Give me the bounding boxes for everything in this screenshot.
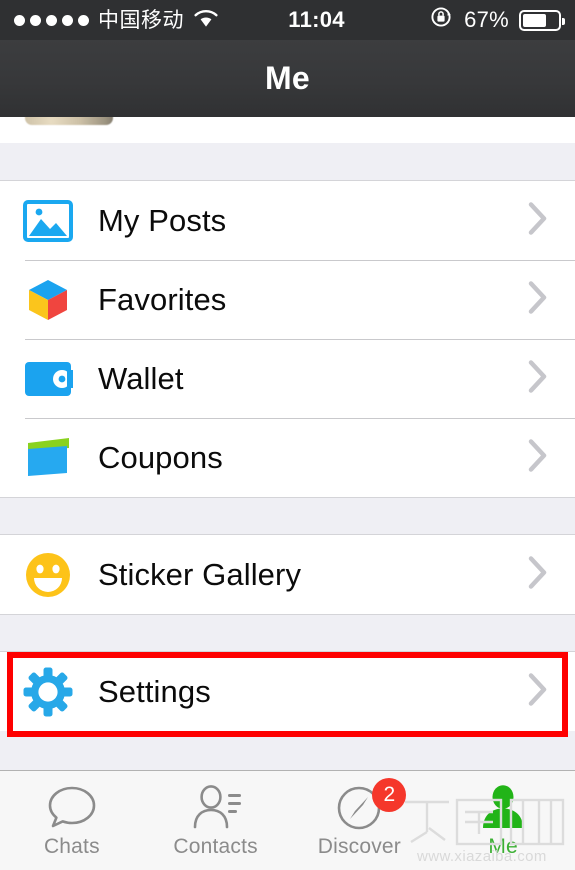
tab-label: Chats	[43, 835, 100, 858]
status-bar-left: 中国移动	[14, 5, 219, 35]
list-item-settings[interactable]: Settings	[0, 652, 575, 731]
contacts-icon	[189, 782, 243, 832]
chevron-right-icon	[527, 279, 549, 320]
section-gap	[0, 143, 575, 181]
settings-list: My Posts Favorites Wallet Coupons Sticke…	[0, 117, 575, 770]
clock: 11:04	[288, 7, 345, 32]
smiley-icon	[22, 549, 74, 601]
list-item-label: My Posts	[98, 202, 227, 238]
list-item-label: Sticker Gallery	[98, 556, 302, 592]
card-icon	[22, 432, 74, 484]
wifi-icon	[193, 8, 219, 34]
section-gap	[0, 497, 575, 535]
badge-discover: 2	[372, 778, 407, 812]
tab-discover[interactable]: 2 Discover	[288, 771, 432, 870]
avatar[interactable]	[25, 117, 113, 125]
chevron-right-icon	[527, 554, 549, 595]
person-icon	[477, 782, 529, 832]
list-item-sticker-gallery[interactable]: Sticker Gallery	[0, 535, 575, 614]
phone-screen: 中国移动 11:04 67% Me My Posts Favorites Wal…	[0, 0, 575, 870]
battery-percent: 67%	[464, 7, 509, 32]
tab-label: Contacts	[173, 835, 258, 858]
list-item-label: Settings	[98, 673, 211, 709]
cube-icon	[22, 274, 74, 326]
list-item-my-posts[interactable]: My Posts	[0, 181, 575, 260]
tab-contacts[interactable]: Contacts	[144, 771, 288, 870]
status-bar: 中国移动 11:04 67%	[0, 0, 575, 40]
list-item-wallet[interactable]: Wallet	[0, 339, 575, 418]
wallet-icon	[22, 353, 74, 405]
list-item-label: Wallet	[98, 360, 184, 396]
chevron-right-icon	[527, 437, 549, 478]
tab-label: Discover	[317, 835, 402, 858]
battery-icon	[519, 9, 565, 31]
carrier-name: 中国移动	[98, 8, 184, 32]
profile-header-peek[interactable]	[0, 117, 575, 143]
section-media: My Posts Favorites Wallet Coupons	[0, 181, 575, 497]
signal-strength-icon	[14, 14, 89, 26]
tab-me[interactable]: Me	[431, 771, 575, 870]
section-settings: Settings	[0, 652, 575, 737]
chat-bubble-icon	[46, 782, 98, 832]
section-gap	[0, 614, 575, 652]
tab-chats[interactable]: Chats	[0, 771, 144, 870]
status-bar-right: 67%	[430, 5, 565, 35]
tab-bar: Chats Contacts 2 Discover Me	[0, 770, 575, 870]
list-item-favorites[interactable]: Favorites	[0, 260, 575, 339]
chevron-right-icon	[527, 200, 549, 241]
compass-icon: 2	[334, 778, 407, 832]
gear-icon	[22, 666, 74, 718]
photo-icon	[22, 195, 74, 247]
page-title: Me	[264, 60, 311, 96]
list-item-coupons[interactable]: Coupons	[0, 418, 575, 497]
tab-label: Me	[488, 835, 518, 858]
rotation-lock-icon	[430, 5, 454, 35]
chevron-right-icon	[527, 671, 549, 712]
list-item-label: Favorites	[98, 281, 227, 317]
list-item-label: Coupons	[98, 439, 223, 475]
chevron-right-icon	[527, 358, 549, 399]
section-stickers: Sticker Gallery	[0, 535, 575, 614]
navigation-bar: Me	[0, 40, 575, 117]
